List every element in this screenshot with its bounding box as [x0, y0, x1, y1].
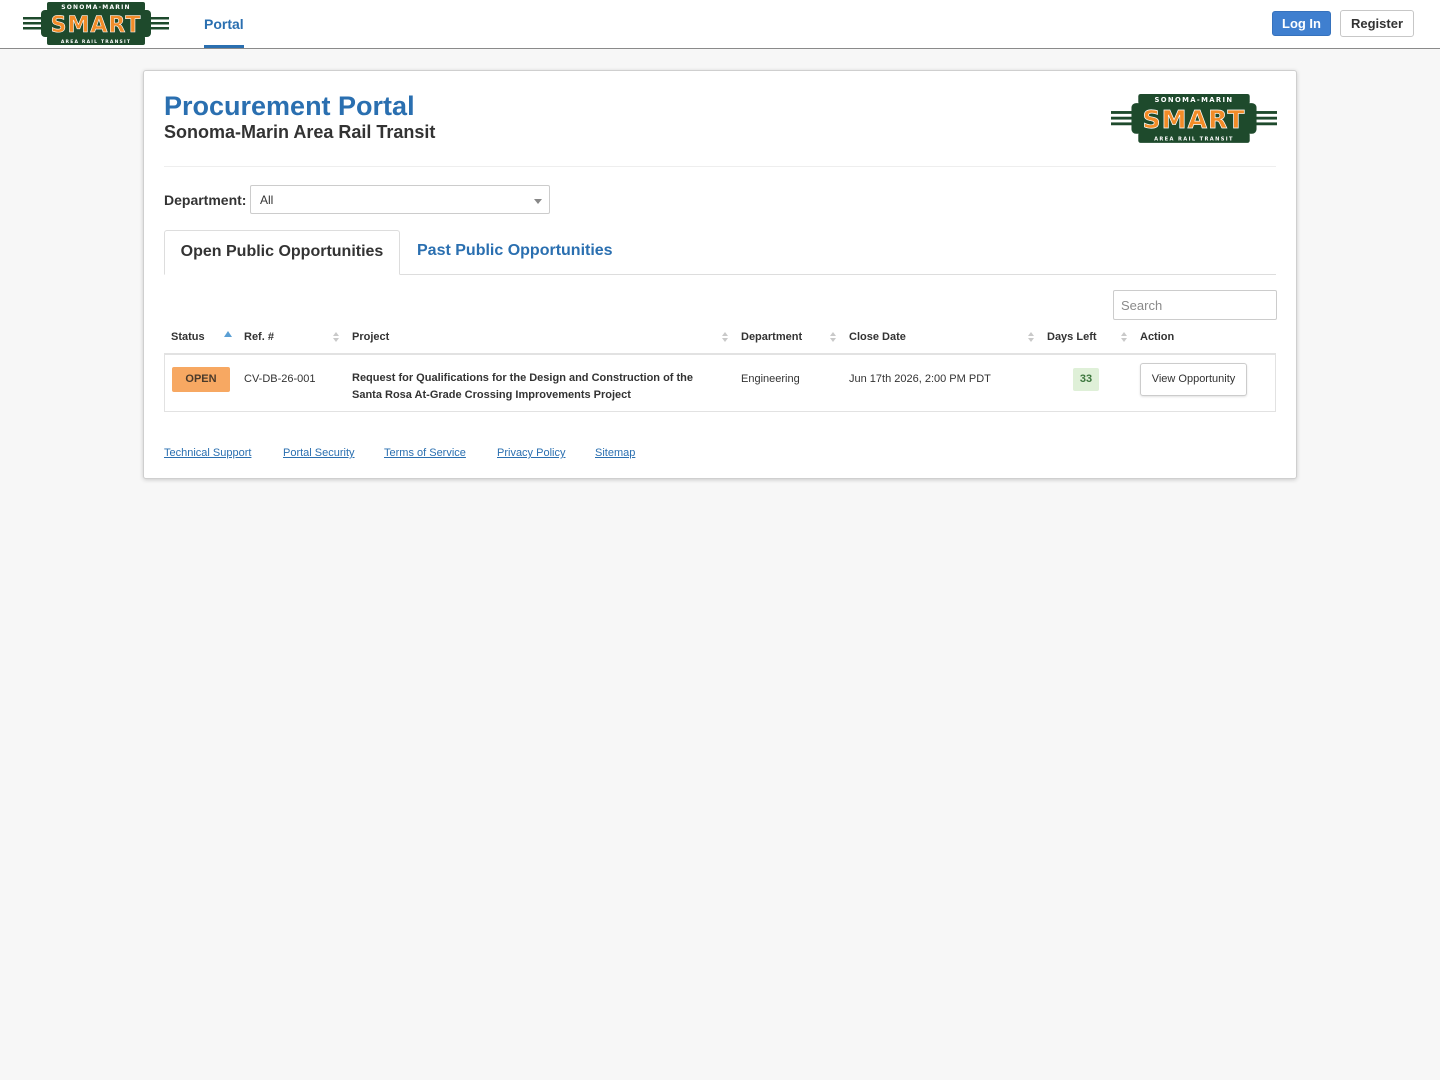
department-selected-value: All: [260, 193, 274, 207]
svg-text:AREA RAIL TRANSIT: AREA RAIL TRANSIT: [1154, 137, 1234, 143]
portal-card: Procurement Portal Sonoma-Marin Area Rai…: [143, 70, 1297, 479]
department-cell: Engineering: [741, 373, 800, 385]
project-title-line-1: Request for Qualifications for the Desig…: [352, 372, 694, 384]
view-opportunity-button[interactable]: View Opportunity: [1140, 363, 1247, 396]
column-header-action: Action: [1140, 331, 1175, 343]
svg-text:SONOMA-MARIN: SONOMA-MARIN: [61, 4, 131, 11]
register-button[interactable]: Register: [1340, 10, 1414, 37]
project-title-line-2: Santa Rosa At-Grade Crossing Improvement…: [352, 389, 631, 401]
days-left-badge: 33: [1073, 368, 1099, 391]
sort-icon[interactable]: [722, 331, 728, 344]
footer-link-terms-of-service[interactable]: Terms of Service: [384, 447, 466, 459]
footer-link-portal-security[interactable]: Portal Security: [283, 447, 355, 459]
smart-logo[interactable]: SONOMA-MARIN SMART AREA RAIL TRANSIT: [23, 2, 169, 46]
login-button[interactable]: Log In: [1272, 11, 1331, 36]
ref-cell: CV-DB-26-001: [244, 373, 316, 385]
table-row: [164, 355, 1276, 412]
column-header-department[interactable]: Department: [741, 331, 802, 343]
svg-text:SMART: SMART: [51, 13, 142, 38]
top-nav: SONOMA-MARIN SMART AREA RAIL TRANSIT Por…: [0, 0, 1440, 49]
department-label: Department:: [164, 192, 247, 208]
footer-link-technical-support[interactable]: Technical Support: [164, 447, 251, 459]
nav-tab-portal[interactable]: Portal: [204, 0, 244, 48]
smart-logo-large: SONOMA-MARIN SMART AREA RAIL TRANSIT: [1111, 93, 1277, 143]
tab-open-opportunities[interactable]: Open Public Opportunities: [164, 230, 400, 275]
chevron-down-icon: [534, 199, 542, 204]
sort-icon[interactable]: [333, 331, 339, 344]
column-header-project[interactable]: Project: [352, 331, 389, 343]
close-date-cell: Jun 17th 2026, 2:00 PM PDT: [849, 373, 991, 385]
tab-past-opportunities[interactable]: Past Public Opportunities: [417, 242, 613, 260]
column-header-ref[interactable]: Ref. #: [244, 331, 274, 343]
sort-asc-icon[interactable]: [224, 331, 232, 344]
column-header-status[interactable]: Status: [171, 331, 205, 343]
search-input[interactable]: [1113, 290, 1277, 320]
column-header-close-date[interactable]: Close Date: [849, 331, 906, 343]
page-subtitle: Sonoma-Marin Area Rail Transit: [164, 122, 436, 142]
footer-link-privacy-policy[interactable]: Privacy Policy: [497, 447, 565, 459]
svg-text:AREA RAIL TRANSIT: AREA RAIL TRANSIT: [61, 39, 131, 45]
column-header-days-left[interactable]: Days Left: [1047, 331, 1097, 343]
svg-text:SONOMA-MARIN: SONOMA-MARIN: [1155, 96, 1234, 104]
svg-text:SMART: SMART: [1142, 105, 1245, 134]
footer-link-sitemap[interactable]: Sitemap: [595, 447, 635, 459]
sort-icon[interactable]: [830, 331, 836, 344]
sort-icon[interactable]: [1121, 331, 1127, 344]
department-select[interactable]: All: [250, 185, 550, 214]
sort-icon[interactable]: [1028, 331, 1034, 344]
status-badge: OPEN: [172, 367, 230, 392]
header-divider: [164, 166, 1276, 167]
page-title: Procurement Portal: [164, 91, 415, 121]
